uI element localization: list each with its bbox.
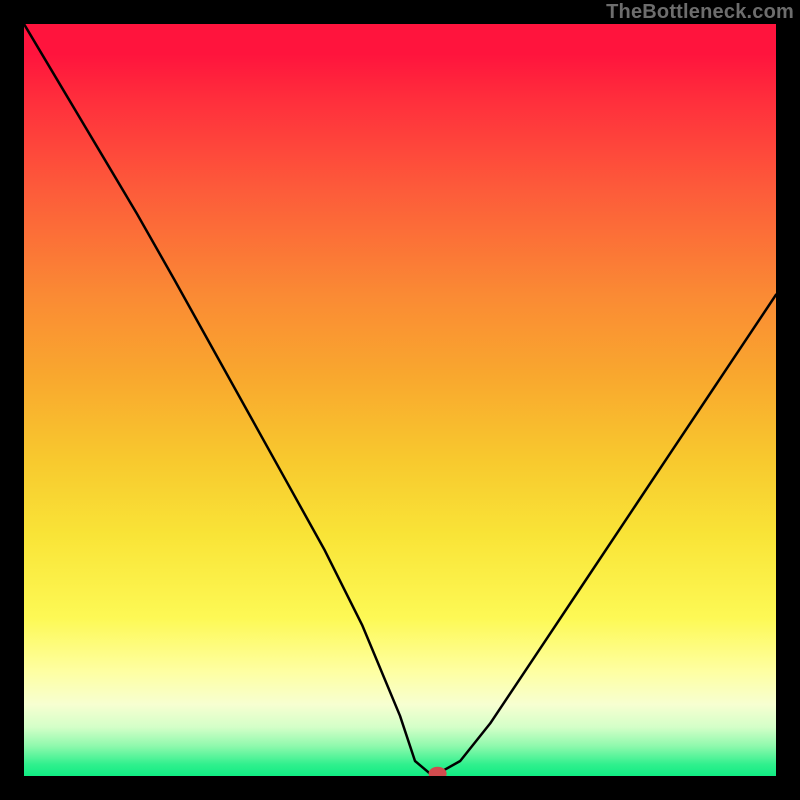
heat-gradient-background: [24, 24, 776, 776]
chart-container: TheBottleneck.com: [0, 0, 800, 800]
watermark-text: TheBottleneck.com: [606, 0, 794, 24]
